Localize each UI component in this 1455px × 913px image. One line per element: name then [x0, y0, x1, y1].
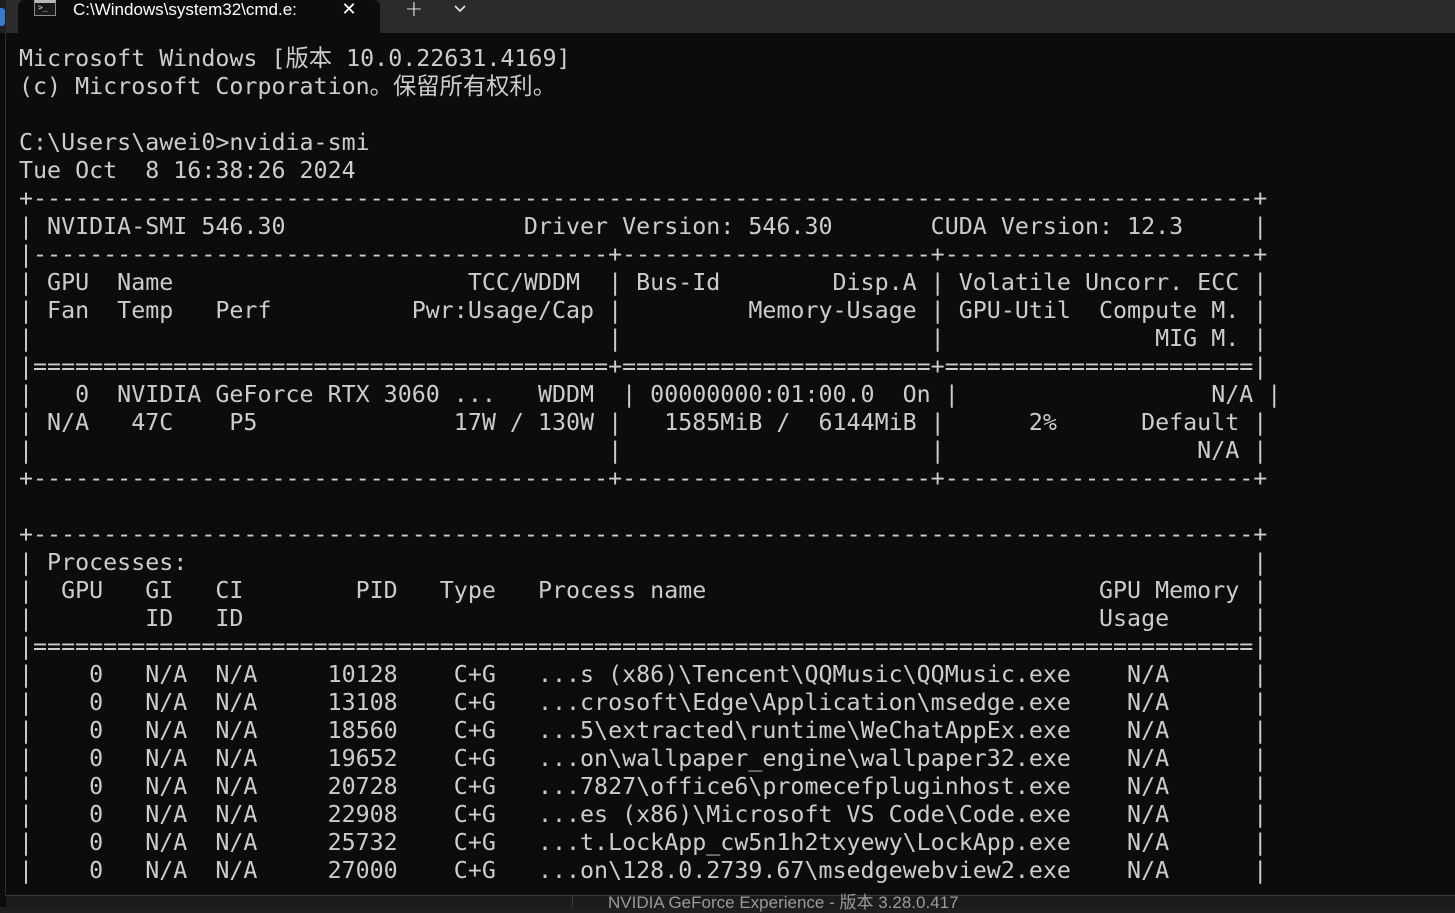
console-line: |=======================================…: [19, 633, 1268, 660]
divider: [572, 896, 573, 907]
console-line: | 0 N/A N/A 13108 C+G ...crosoft\Edge\Ap…: [19, 689, 1268, 716]
console-line: Microsoft Windows [版本 10.0.22631.4169]: [19, 45, 571, 72]
console-line: | Processes: |: [19, 549, 1268, 576]
background-window-title: NVIDIA GeForce Experience - 版本 3.28.0.41…: [608, 893, 959, 912]
console-line: | | | MIG M. |: [19, 325, 1268, 352]
console-line: | NVIDIA-SMI 546.30 Driver Version: 546.…: [19, 213, 1268, 240]
console-line: Tue Oct 8 16:38:26 2024: [19, 157, 356, 184]
terminal-window: >_ C:\Windows\system32\cmd.e: ✕ + Micros…: [0, 0, 1455, 912]
console-output[interactable]: Microsoft Windows [版本 10.0.22631.4169] (c…: [19, 45, 1439, 885]
console-line: | 0 NVIDIA GeForce RTX 3060 ... WDDM | 0…: [19, 381, 1282, 408]
console-line: +---------------------------------------…: [19, 521, 1268, 548]
tab-bar: >_ C:\Windows\system32\cmd.e: ✕ +: [0, 0, 1455, 33]
new-tab-button[interactable]: +: [397, 0, 431, 23]
close-icon[interactable]: ✕: [336, 0, 362, 22]
console-line: | 0 N/A N/A 25732 C+G ...t.LockApp_cw5n1…: [19, 829, 1268, 856]
tab-title: C:\Windows\system32\cmd.e:: [73, 0, 297, 19]
console-line: |=======================================…: [19, 353, 1268, 380]
accent-indicator: [0, 8, 5, 26]
console-line: | Fan Temp Perf Pwr:Usage/Cap | Memory-U…: [19, 297, 1268, 324]
console-line: | 0 N/A N/A 27000 C+G ...on\128.0.2739.6…: [19, 857, 1268, 884]
console-line: | 0 N/A N/A 10128 C+G ...s (x86)\Tencent…: [19, 661, 1268, 688]
console-line: | ID ID Usage |: [19, 605, 1268, 632]
console-line: +---------------------------------------…: [19, 465, 1268, 492]
tab-cmd[interactable]: >_ C:\Windows\system32\cmd.e: ✕: [18, 0, 380, 33]
window-border: [5, 33, 6, 896]
console-line: | | | N/A |: [19, 437, 1268, 464]
cmd-prompt-icon: >_: [34, 0, 56, 16]
console-line: | 0 N/A N/A 19652 C+G ...on\wallpaper_en…: [19, 745, 1268, 772]
console-line: |---------------------------------------…: [19, 241, 1268, 268]
console-line: C:\Users\awei0>nvidia-smi: [19, 129, 370, 156]
console-line: (c) Microsoft Corporation。保留所有权利。: [19, 73, 557, 100]
console-line: | GPU Name TCC/WDDM | Bus-Id Disp.A | Vo…: [19, 269, 1268, 296]
console-line: | GPU GI CI PID Type Process name GPU Me…: [19, 577, 1268, 604]
chevron-down-icon[interactable]: [444, 0, 476, 22]
console-line: | N/A 47C P5 17W / 130W | 1585MiB / 6144…: [19, 409, 1268, 436]
console-line: | 0 N/A N/A 22908 C+G ...es (x86)\Micros…: [19, 801, 1268, 828]
console-line: +---------------------------------------…: [19, 185, 1268, 212]
console-line: | 0 N/A N/A 18560 C+G ...5\extracted\run…: [19, 717, 1268, 744]
taskbar-edge: [0, 0, 6, 33]
console-line: | 0 N/A N/A 20728 C+G ...7827\office6\pr…: [19, 773, 1268, 800]
